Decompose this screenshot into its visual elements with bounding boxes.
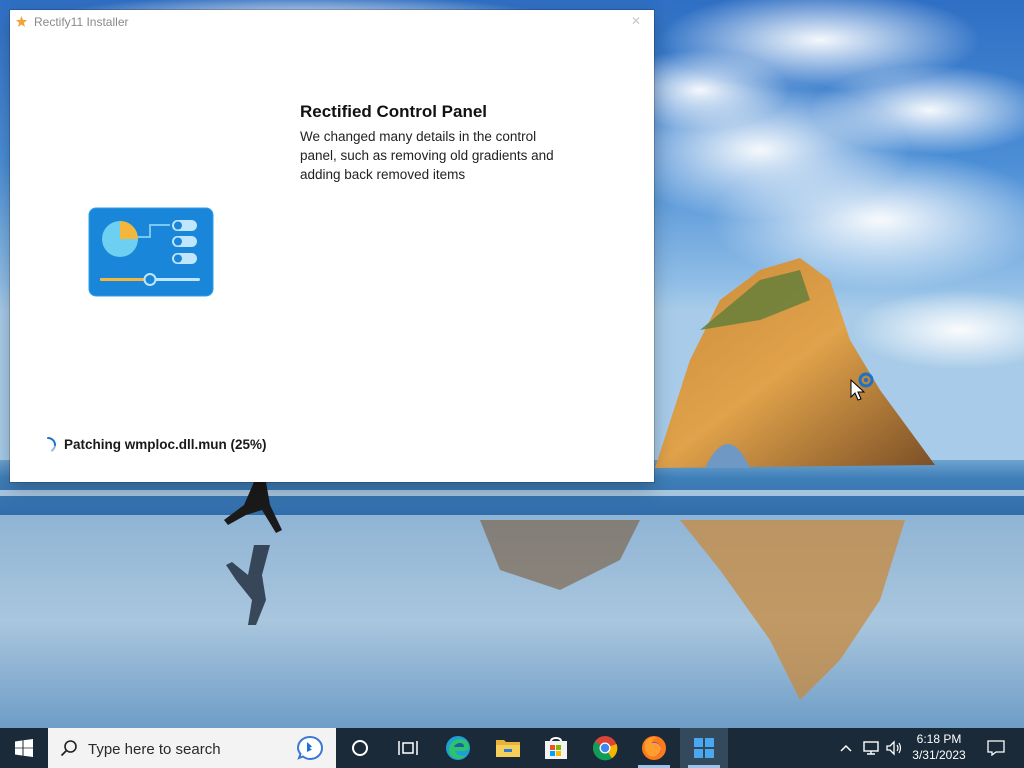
cortana-button[interactable] (336, 728, 384, 768)
chrome-icon (593, 736, 618, 761)
title-bar[interactable]: Rectify11 Installer ✕ (10, 10, 654, 34)
window-title: Rectify11 Installer (34, 15, 129, 29)
network-button[interactable] (860, 728, 882, 768)
clock-date: 3/31/2023 (912, 748, 966, 762)
taskbar-search-box[interactable] (48, 728, 336, 768)
search-icon (60, 740, 77, 757)
bing-chat-icon[interactable] (296, 735, 324, 761)
feature-description: We changed many details in the control p… (300, 129, 554, 182)
volume-button[interactable] (884, 728, 904, 768)
cortana-icon (352, 740, 368, 756)
start-button[interactable] (0, 728, 48, 768)
taskbar-app-firefox[interactable] (630, 728, 678, 768)
notification-center-button[interactable] (976, 728, 1016, 768)
taskbar: 6:18 PM 3/31/2023 (0, 728, 1024, 768)
task-view-button[interactable] (384, 728, 432, 768)
file-explorer-icon (496, 740, 520, 757)
windows-logo-icon (15, 739, 33, 757)
clock-time: 6:18 PM (916, 732, 962, 746)
firefox-icon (642, 736, 666, 760)
chevron-up-icon (840, 744, 852, 752)
feature-title: Rectified Control Panel (300, 102, 488, 121)
edge-icon (446, 736, 470, 760)
volume-icon (886, 740, 902, 756)
task-view-icon (398, 741, 418, 755)
taskbar-app-file-explorer[interactable] (484, 728, 532, 768)
taskbar-app-store[interactable] (532, 728, 580, 768)
mouse-cursor-busy-icon (850, 372, 874, 401)
notification-icon (987, 740, 1005, 756)
taskbar-app-chrome[interactable] (581, 728, 629, 768)
control-panel-icon (88, 207, 214, 297)
network-icon (863, 741, 879, 755)
close-button[interactable]: ✕ (618, 10, 654, 34)
taskbar-app-edge[interactable] (434, 728, 482, 768)
rectify11-app-icon (15, 15, 28, 27)
taskbar-app-rectify11-installer[interactable] (680, 728, 728, 768)
rectify11-installer-icon (694, 738, 714, 758)
clock[interactable]: 6:18 PM 3/31/2023 (908, 731, 970, 763)
show-hidden-icons-button[interactable] (836, 728, 856, 768)
search-input[interactable] (86, 737, 290, 761)
installer-window: Rectify11 Installer ✕ Rectified Control … (10, 10, 654, 482)
microsoft-store-icon (545, 737, 567, 759)
loading-spinner-icon (47, 437, 56, 452)
status-text: Patching wmploc.dll.mun (25%) (64, 437, 267, 452)
